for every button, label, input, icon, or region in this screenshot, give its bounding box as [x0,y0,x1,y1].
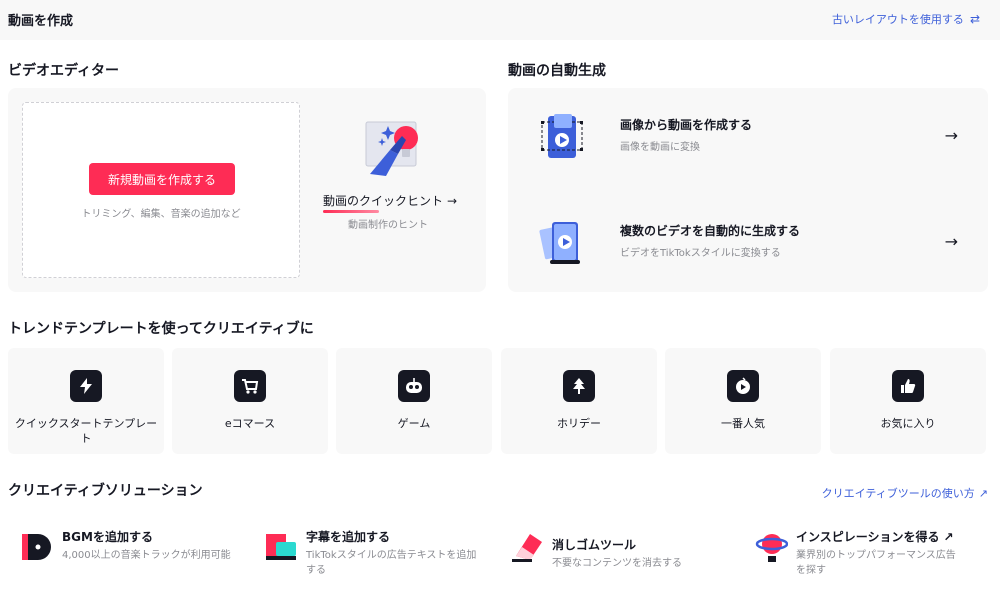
arrow-right-icon: → [447,193,458,208]
game-icon [398,370,430,402]
quick-hint-label: 動画のクイックヒント [323,194,444,208]
solution-title: インスピレーションを得る ↗ [796,528,954,545]
auto-gen-item-sub: 画像を動画に変換 [620,142,700,153]
templates-title: トレンドテンプレートを使ってクリエイティブに [8,321,314,337]
solutions-title: クリエイティブソリューション [8,483,203,499]
template-label: 一番人気 [721,417,765,430]
solution-sub: TikTokスタイルの広告テキストを追加する [306,550,477,576]
solution-eraser-tool[interactable]: 消しゴムツール 不要なコンテンツを消去する [510,528,740,588]
solution-sub: 4,000以上の音楽トラックが利用可能 [62,550,231,561]
auto-gen-item-sub: ビデオをTikTokスタイルに変換する [620,248,781,259]
new-video-hint: トリミング、編集、音楽の追加など [81,209,241,220]
quick-hint-sub: 動画制作のヒント [348,220,428,231]
template-holiday[interactable]: ホリデー [501,348,657,454]
lightning-icon [70,370,102,402]
solution-title-label: インスピレーションを得る [796,530,940,544]
inspiration-icon [755,534,788,562]
creative-tools-guide-link[interactable]: クリエイティブツールの使い方 ↗ [822,485,988,501]
template-game[interactable]: ゲーム [336,348,492,454]
solution-sub: 不要なコンテンツを消去する [552,558,682,569]
video-editor-title: ビデオエディター [8,63,120,79]
creative-tools-guide-label: クリエイティブツールの使い方 [821,487,975,500]
template-label: クイックスタートテンプレート [14,417,158,445]
video-editor-card: 新規動画を作成する トリミング、編集、音楽の追加など 動画のクイックヒント → … [8,88,486,292]
arrow-right-icon: → [944,232,958,251]
solution-title: 消しゴムツール [552,538,637,552]
solution-sub: 業界別のトップパフォーマンス広告を探す [796,550,956,576]
auto-gen-item-multi-video[interactable]: 複数のビデオを自動的に生成する ビデオをTikTokスタイルに変換する → [508,194,988,284]
cart-icon [234,370,266,402]
subtitles-icon [266,534,296,560]
template-popular[interactable]: 一番人気 [665,348,821,454]
quick-hint-underline [323,210,379,213]
solution-title: BGMを追加する [62,530,153,544]
template-label: ゲーム [397,417,431,430]
tree-icon [563,370,595,402]
page-title: 動画を作成 [8,14,74,29]
auto-gen-item-title: 複数のビデオを自動的に生成する [620,224,801,238]
quick-hint-card[interactable]: 動画のクイックヒント → 動画制作のヒント [320,116,470,266]
music-icon [22,534,51,560]
solution-inspiration[interactable]: インスピレーションを得る ↗ 業界別のトップパフォーマンス広告を探す [754,528,986,588]
auto-gen-item-title: 画像から動画を作成する [620,118,753,132]
old-layout-link[interactable]: 古いレイアウトを使用する ⇄ [832,11,980,27]
solution-add-bgm[interactable]: BGMを追加する 4,000以上の音楽トラックが利用可能 [20,528,250,588]
auto-gen-title: 動画の自動生成 [508,63,606,79]
solution-add-subtitles[interactable]: 字幕を追加する TikTokスタイルの広告テキストを追加する [264,528,494,588]
template-quick-start[interactable]: クイックスタートテンプレート [8,348,164,454]
external-link-icon: ↗ [943,529,954,544]
new-video-button[interactable]: 新規動画を作成する [89,163,235,195]
multi-video-icon [539,222,580,264]
thumbs-up-icon [892,370,924,402]
solution-title: 字幕を追加する [306,530,391,544]
auto-gen-card: 画像から動画を作成する 画像を動画に変換 → 複数のビデオを自動的に生成する ビ… [508,88,988,292]
image-to-video-icon [541,114,583,158]
quick-hint-title[interactable]: 動画のクイックヒント → [323,192,458,213]
template-favorites[interactable]: お気に入り [830,348,986,454]
trending-icon [727,370,759,402]
auto-gen-item-image-to-video[interactable]: 画像から動画を作成する 画像を動画に変換 → [508,88,988,178]
swap-icon: ⇄ [969,12,980,26]
quick-hint-illustration-icon [365,121,418,176]
template-label: お気に入り [880,417,936,430]
template-label: ホリデー [557,417,601,430]
arrow-right-icon: → [944,126,958,145]
eraser-icon [512,534,542,562]
new-video-dropzone[interactable]: 新規動画を作成する トリミング、編集、音楽の追加など [22,102,300,278]
template-ecommerce[interactable]: eコマース [172,348,328,454]
top-bar: 動画を作成 古いレイアウトを使用する ⇄ [0,0,1000,40]
template-label: eコマース [224,417,276,430]
external-link-icon: ↗ [978,486,988,500]
old-layout-label: 古いレイアウトを使用する [831,13,964,26]
